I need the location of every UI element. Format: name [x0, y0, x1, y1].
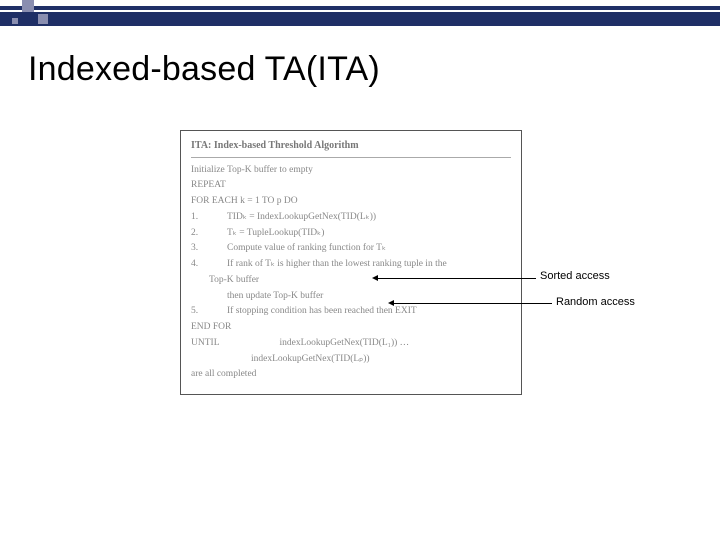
connector-sorted: [378, 278, 536, 279]
algorithm-box: ITA: Index-based Threshold Algorithm Ini…: [180, 130, 522, 395]
algo-until: UNTILindexLookupGetNex(TID(L₁)) …: [191, 337, 511, 351]
algo-foreach: FOR EACH k = 1 TO p DO: [191, 195, 511, 209]
algo-step-4b: Top-K buffer: [191, 274, 511, 288]
algo-init: Initialize Top-K buffer to empty: [191, 164, 511, 178]
algo-step-5: 5.If stopping condition has been reached…: [191, 305, 511, 319]
label-sorted-access: Sorted access: [540, 270, 610, 282]
label-random-access: Random access: [556, 296, 635, 308]
algo-step-3: 3.Compute value of ranking function for …: [191, 242, 511, 256]
slide-title: Indexed-based TA(ITA): [28, 50, 380, 89]
arrowhead-random: [388, 300, 394, 306]
algo-step-1: 1.TIDₖ = IndexLookupGetNex(TID(Lₖ)): [191, 211, 511, 225]
algo-endfor: END FOR: [191, 321, 511, 335]
algo-step-2: 2.Tₖ = TupleLookup(TIDₖ): [191, 227, 511, 241]
algo-until-2: indexLookupGetNex(TID(Lₚ)): [191, 353, 511, 367]
algo-repeat: REPEAT: [191, 179, 511, 193]
connector-random: [394, 303, 552, 304]
algorithm-header: ITA: Index-based Threshold Algorithm: [191, 139, 511, 158]
algo-step-4c: then update Top-K buffer: [191, 290, 511, 304]
algo-done: are all completed: [191, 368, 511, 382]
arrowhead-sorted: [372, 275, 378, 281]
algo-step-4: 4.If rank of Tₖ is higher than the lowes…: [191, 258, 511, 272]
header-decoration: [0, 0, 720, 26]
